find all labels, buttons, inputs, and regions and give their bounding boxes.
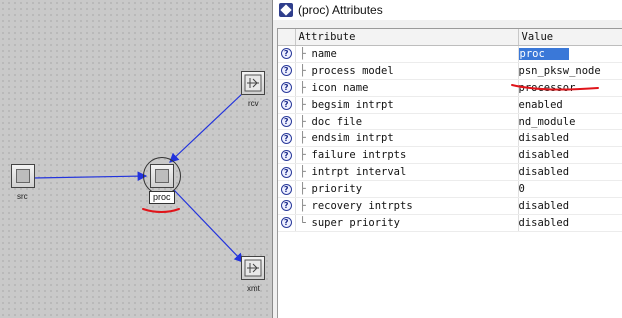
node-editor-canvas[interactable]: src proc rcv xmt	[0, 0, 272, 318]
red-underline-mark	[511, 84, 599, 91]
red-annotation-mark	[142, 208, 180, 213]
attributes-dialog: (proc) Attributes Attribute Value ? ├ name…	[272, 0, 622, 318]
